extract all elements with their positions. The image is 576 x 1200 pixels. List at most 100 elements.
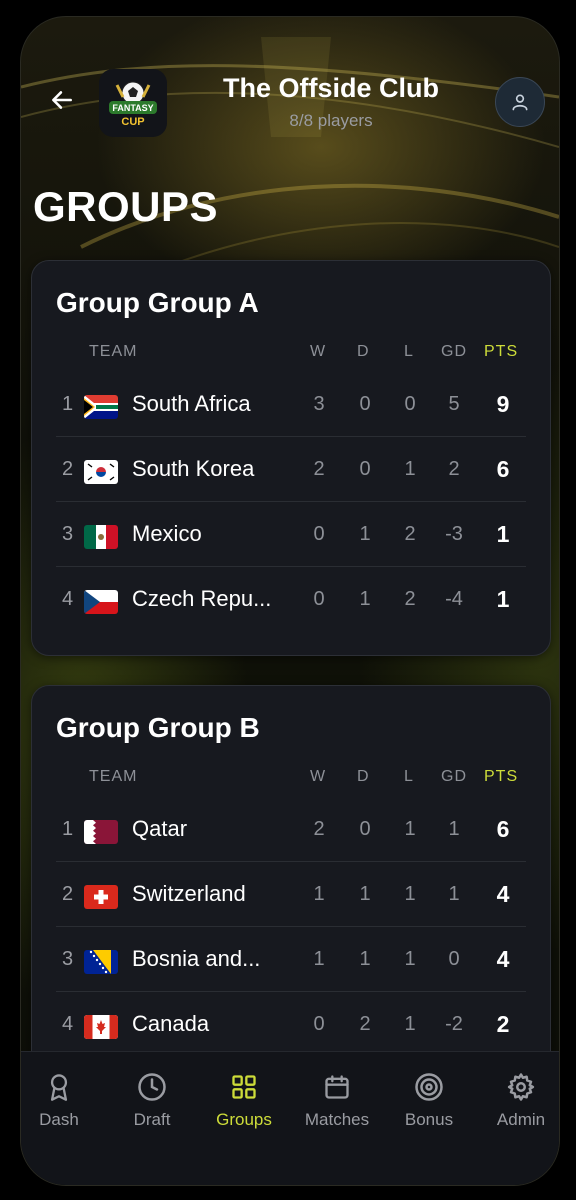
team-name: South Africa bbox=[132, 391, 251, 416]
column-team: TEAM bbox=[89, 343, 138, 360]
qatar-flag-icon bbox=[84, 820, 118, 844]
draws: 2 bbox=[359, 1013, 371, 1035]
losses: 2 bbox=[404, 523, 416, 545]
nav-label: Admin bbox=[496, 1110, 546, 1129]
column-team: TEAM bbox=[89, 768, 138, 785]
nav-item-groups[interactable]: Groups bbox=[198, 1070, 290, 1130]
table-row[interactable]: 3 Mexico 0 1 2 -3 1 bbox=[56, 503, 526, 567]
wins: 3 bbox=[313, 393, 325, 415]
nav-label: Bonus bbox=[404, 1110, 454, 1129]
players-count: 8/8 players bbox=[289, 111, 373, 130]
nav-item-bonus[interactable]: Bonus bbox=[383, 1070, 475, 1130]
row-divider bbox=[56, 436, 526, 437]
svg-text:FANTASY: FANTASY bbox=[112, 103, 153, 113]
team-name: Czech Repu... bbox=[132, 586, 272, 611]
team-name: Mexico bbox=[132, 521, 202, 546]
wins: 0 bbox=[313, 523, 325, 545]
points: 4 bbox=[496, 881, 510, 907]
goal-difference: -4 bbox=[445, 588, 463, 610]
row-divider bbox=[56, 991, 526, 992]
column-d: D bbox=[357, 768, 370, 785]
points: 4 bbox=[496, 946, 510, 972]
team-name: Switzerland bbox=[132, 881, 246, 906]
rank: 4 bbox=[62, 588, 74, 610]
points: 6 bbox=[496, 816, 510, 842]
row-divider bbox=[56, 566, 526, 567]
team-name: Qatar bbox=[132, 816, 188, 841]
award-icon bbox=[50, 1074, 68, 1101]
profile-button[interactable] bbox=[495, 77, 545, 127]
goal-difference: 5 bbox=[448, 393, 460, 415]
losses: 1 bbox=[404, 818, 416, 840]
column-l: L bbox=[404, 768, 414, 785]
wins: 2 bbox=[313, 818, 325, 840]
losses: 1 bbox=[404, 458, 416, 480]
table-row[interactable]: 1 South Africa 3 0 0 5 9 bbox=[56, 373, 526, 437]
losses: 1 bbox=[404, 948, 416, 970]
nav-item-matches[interactable]: Matches bbox=[291, 1070, 383, 1130]
draws: 0 bbox=[359, 393, 371, 415]
column-gd: GD bbox=[441, 768, 467, 785]
table-row[interactable]: 4 Canada 0 2 1 -2 2 bbox=[56, 993, 526, 1057]
rank: 4 bbox=[62, 1013, 74, 1035]
points: 1 bbox=[496, 586, 510, 612]
wins: 0 bbox=[313, 588, 325, 610]
team-name: Bosnia and... bbox=[132, 946, 261, 971]
points: 1 bbox=[496, 521, 510, 547]
svg-text:CUP: CUP bbox=[121, 116, 144, 128]
column-pts: PTS bbox=[484, 768, 519, 785]
nav-item-dash[interactable]: Dash bbox=[21, 1070, 105, 1130]
app-screen: FANTASY CUP The Offside Club 8/8 players… bbox=[20, 16, 560, 1186]
back-button[interactable] bbox=[45, 83, 79, 117]
table-row[interactable]: 2 Switzerland 1 1 1 1 4 bbox=[56, 863, 526, 927]
losses: 2 bbox=[404, 588, 416, 610]
calendar-icon bbox=[325, 1075, 349, 1099]
canada-flag-icon bbox=[84, 1015, 118, 1039]
nav-item-draft[interactable]: Draft bbox=[106, 1070, 198, 1130]
draws: 1 bbox=[359, 523, 371, 545]
rank: 1 bbox=[62, 818, 74, 840]
losses: 1 bbox=[404, 1013, 416, 1035]
losses: 0 bbox=[404, 393, 416, 415]
draws: 1 bbox=[359, 883, 371, 905]
column-w: W bbox=[310, 343, 327, 360]
nav-label: Dash bbox=[39, 1110, 79, 1129]
table-row[interactable]: 1 Qatar 2 0 1 1 6 bbox=[56, 798, 526, 862]
clock-icon bbox=[138, 1073, 166, 1101]
wins: 2 bbox=[313, 458, 325, 480]
table-row[interactable]: 4 Czech Repu... 0 1 2 -4 1 bbox=[56, 568, 526, 632]
goal-difference: -2 bbox=[445, 1013, 463, 1035]
gear-icon bbox=[507, 1073, 535, 1101]
nav-item-admin[interactable]: Admin bbox=[475, 1070, 559, 1130]
losses: 1 bbox=[404, 883, 416, 905]
table-row[interactable]: 2 South Korea 2 0 1 2 6 bbox=[56, 438, 526, 502]
rank: 3 bbox=[62, 948, 74, 970]
bosnia-flag-icon bbox=[84, 950, 118, 974]
column-d: D bbox=[357, 343, 370, 360]
points: 6 bbox=[496, 456, 510, 482]
team-name: Canada bbox=[132, 1011, 210, 1036]
group-card-b: Group Group B TEAM W D L GD PTS 1 Qatar … bbox=[31, 685, 551, 1107]
nav-label: Draft bbox=[133, 1110, 171, 1129]
nav-label: Groups bbox=[216, 1110, 272, 1129]
rank: 3 bbox=[62, 523, 74, 545]
draws: 1 bbox=[359, 948, 371, 970]
switzerland-flag-icon bbox=[84, 885, 118, 909]
draws: 0 bbox=[359, 458, 371, 480]
draws: 1 bbox=[359, 588, 371, 610]
rank: 2 bbox=[62, 883, 74, 905]
table-row[interactable]: 3 Bosnia and... 1 1 1 0 4 bbox=[56, 928, 526, 992]
wins: 0 bbox=[313, 1013, 325, 1035]
wins: 1 bbox=[313, 948, 325, 970]
team-name: South Korea bbox=[132, 456, 255, 481]
goal-difference: 0 bbox=[448, 948, 460, 970]
goal-difference: 1 bbox=[448, 883, 460, 905]
nav-label: Matches bbox=[304, 1110, 370, 1129]
user-icon bbox=[512, 94, 528, 111]
rank: 1 bbox=[62, 393, 74, 415]
column-pts: PTS bbox=[484, 343, 519, 360]
fantasy-cup-logo: FANTASY CUP bbox=[99, 69, 167, 137]
points: 9 bbox=[496, 391, 510, 417]
south-korea-flag-icon bbox=[84, 460, 118, 484]
target-icon bbox=[415, 1073, 443, 1101]
